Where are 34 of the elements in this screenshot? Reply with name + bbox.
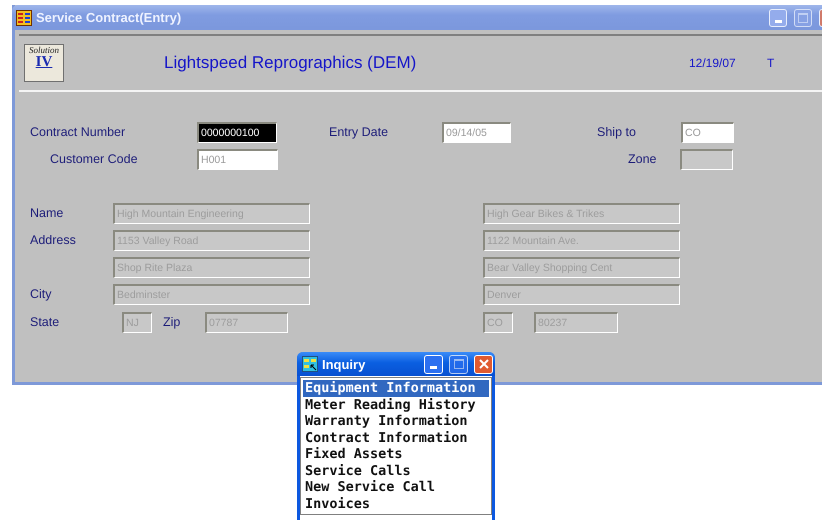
field-label: Ship to (597, 125, 637, 139)
input-field[interactable]: 0000000100 (197, 122, 277, 142)
input-field[interactable]: H001 (197, 148, 278, 170)
list-item[interactable]: Fixed Assets (303, 446, 489, 462)
field-label: Zone (628, 152, 658, 166)
field-label: Entry Date (329, 125, 390, 139)
input-field[interactable]: CO (681, 122, 734, 142)
field-label: Name (30, 206, 64, 220)
list-item[interactable]: Service Calls (303, 462, 489, 479)
maximize-button[interactable] (794, 8, 812, 26)
field-label: City (30, 287, 53, 301)
close-icon (478, 359, 488, 369)
window-icon (302, 356, 318, 372)
list-item[interactable]: Invoices (303, 496, 489, 512)
field-label: Zip (163, 315, 182, 329)
list-item[interactable]: Meter Reading History (303, 396, 489, 413)
field-label: Address (30, 233, 77, 247)
minimize-button[interactable] (769, 8, 787, 26)
list-item[interactable]: Contract Information (303, 430, 489, 446)
list-item[interactable]: Equipment Information (303, 380, 489, 396)
date-text: 12/19/07 (689, 56, 737, 70)
window-title: Service Contract(Entry) (36, 10, 182, 25)
close-button[interactable] (474, 354, 493, 374)
list-item[interactable]: Warranty Information (303, 413, 489, 430)
window-title: Inquiry (322, 356, 366, 372)
field-label: Customer Code (50, 152, 139, 166)
header-text: T (767, 56, 774, 70)
grid-icon (16, 10, 32, 26)
logo: Solution IV (24, 44, 64, 82)
field-label: Contract Number (30, 125, 126, 139)
list-item[interactable]: New Service Call (303, 479, 489, 496)
company-name: Lightspeed Reprographics (DEM) (164, 53, 418, 73)
field-label: State (30, 315, 60, 329)
input-field[interactable]: 09/14/05 (442, 122, 511, 142)
